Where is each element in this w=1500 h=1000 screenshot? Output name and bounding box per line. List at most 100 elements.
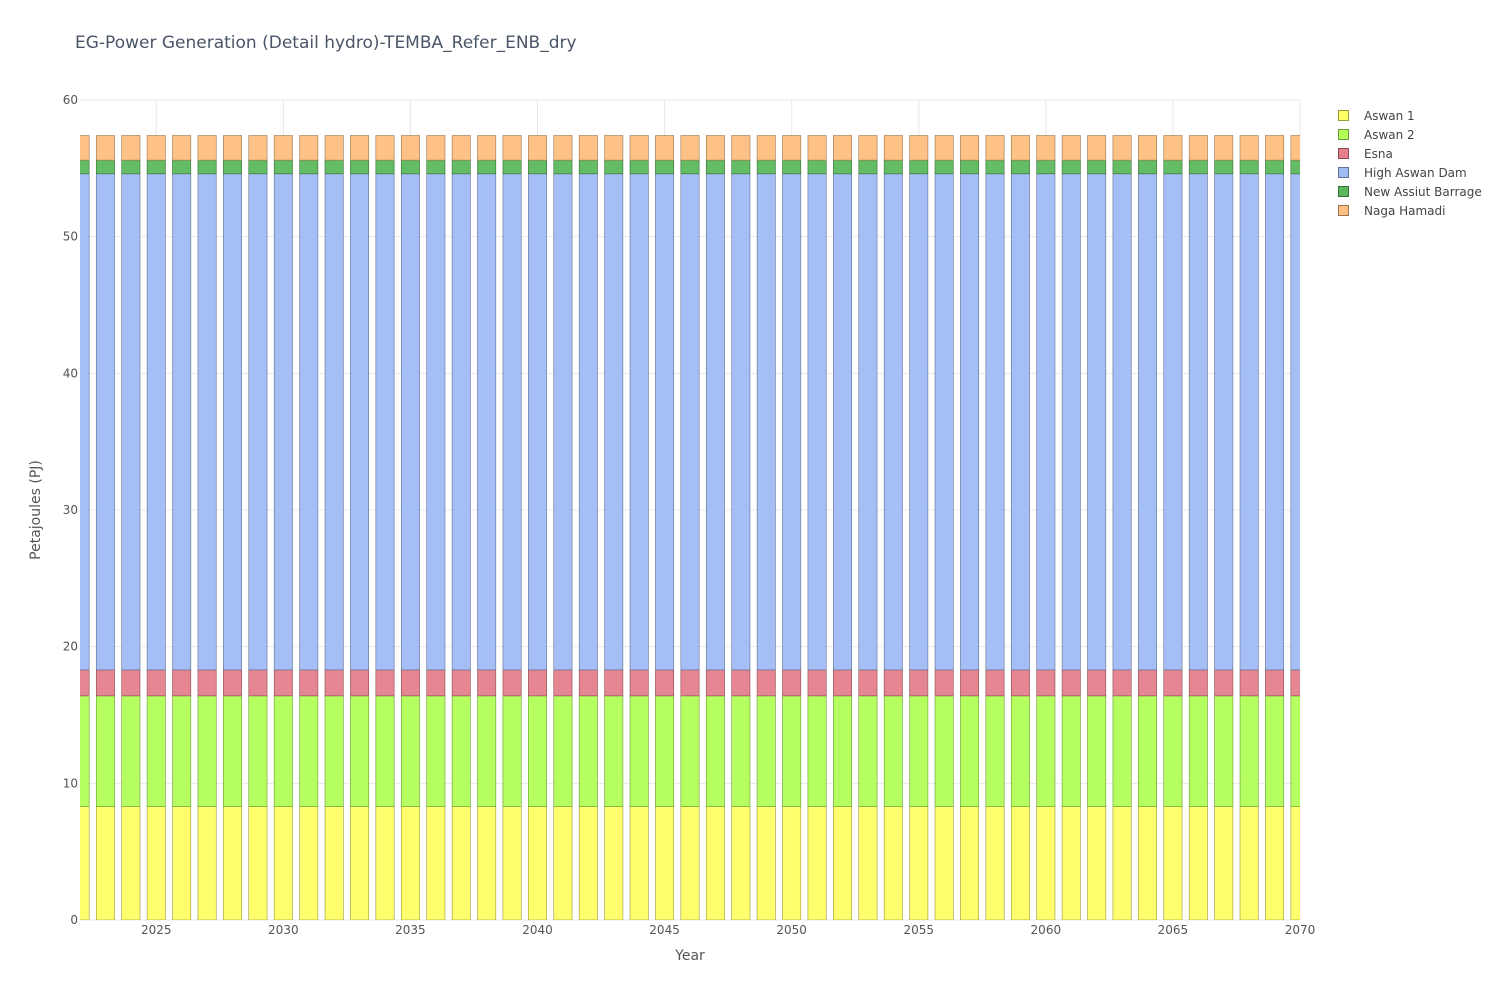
bar-segment [223,806,242,920]
bar-segment [400,806,420,920]
bar-segment [1087,173,1107,671]
bar-segment [807,806,827,920]
bar-segment [502,695,522,807]
bar-segment [553,159,573,175]
bar-segment [807,695,827,807]
legend-swatch [1338,148,1349,159]
bar-segment [528,159,547,175]
bar-segment [934,695,954,807]
bar-segment [680,806,700,920]
bar-segment [1290,173,1300,671]
bar-segment [782,173,802,671]
bar-segment [172,806,192,920]
bar-segment [1087,806,1107,920]
bar-segment [248,806,268,920]
bar-segment [705,135,725,161]
legend-item[interactable]: New Assiut Barrage [1338,182,1482,201]
x-tick-label: 2055 [903,923,934,937]
bar-segment [1163,159,1183,175]
bar-segment [705,806,725,920]
bar-segment [172,159,192,175]
bar-segment [1112,173,1132,671]
bar-segment [553,695,573,807]
legend-swatch [1338,167,1349,178]
bar-segment [477,135,497,161]
bar-segment [477,159,497,175]
bar-segment [1010,695,1030,807]
bar-segment [1061,695,1081,807]
bar-segment [1265,159,1285,175]
y-tick-label: 30 [63,503,78,517]
bar-segment [782,806,802,920]
bar-segment [375,159,395,175]
bar-segment [299,173,319,671]
bar-segment [1112,669,1132,697]
x-tick-label: 2070 [1285,923,1316,937]
bar-segment [1138,669,1157,697]
bar-segment [400,173,420,671]
bar-segment [350,135,370,161]
bar-segment [1214,173,1234,671]
bar-segment [934,806,954,920]
bar-segment [121,173,141,671]
bar-segment [858,159,878,175]
bar-segment [705,173,725,671]
bar-segment [1087,135,1107,161]
bar-segment [299,135,319,161]
bar-segment [375,135,395,161]
bar-segment [782,669,802,697]
bar-segment [146,173,166,671]
bar-segment [1138,159,1157,175]
legend-item[interactable]: Naga Hamadi [1338,201,1482,220]
bar-segment [1188,159,1208,175]
bar-segment [451,806,471,920]
legend-item[interactable]: Aswan 2 [1338,125,1482,144]
bar-segment [1036,159,1056,175]
y-tick-label: 60 [63,93,78,107]
bar-segment [756,135,776,161]
bar-segment [1010,173,1030,671]
bar-segment [629,173,649,671]
bar-segment [451,135,471,161]
bar-segment [1239,159,1259,175]
bar-segment [578,806,598,920]
bar-segment [197,806,217,920]
bar-segment [80,135,90,161]
bar-segment [273,159,293,175]
bar-segment [604,806,624,920]
bar-segment [1188,695,1208,807]
bar-segment [95,173,115,671]
bar-segment [80,159,90,175]
x-tick-label: 2040 [522,923,553,937]
bar-segment [1036,669,1056,697]
bar-segment [1087,159,1107,175]
x-axis-label: Year [674,948,705,964]
legend-item[interactable]: Esna [1338,144,1482,163]
bar-segment [629,135,649,161]
bar-segment [1010,669,1030,697]
bar-segment [883,695,903,807]
x-tick-label: 2030 [268,923,299,937]
bar-segment [909,669,929,697]
bar-segment [578,695,598,807]
legend-item[interactable]: High Aswan Dam [1338,163,1482,182]
y-axis-ticks: 0 10 20 30 40 50 60 [63,93,78,927]
bar-segment [172,135,192,161]
bar-segment [502,159,522,175]
bar-segment [604,669,624,697]
bar-segment [909,806,929,920]
bar-segment [477,669,497,697]
bar-segment [985,695,1005,807]
bar-segment [375,173,395,671]
bar-segment [1290,135,1300,161]
bar-segment [223,173,242,671]
bar-segment [858,135,878,161]
legend-label: New Assiut Barrage [1364,184,1482,199]
bar-segment [1163,806,1183,920]
legend-item[interactable]: Aswan 1 [1338,106,1482,125]
bar-segment [883,159,903,175]
bar-segment [248,669,268,697]
bar-segment [604,159,624,175]
bar-segment [1010,159,1030,175]
bar-segment [273,806,293,920]
